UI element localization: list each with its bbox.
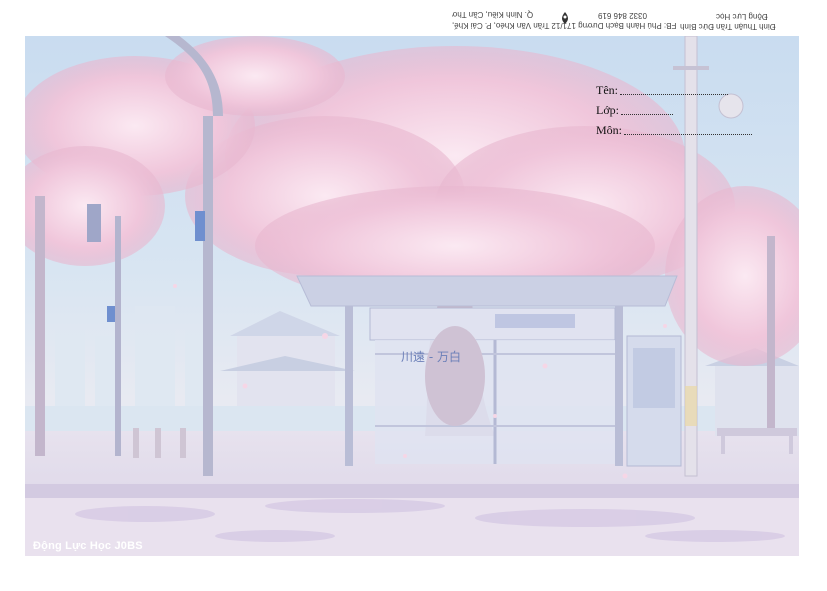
header-line-2: Động Lực Học (716, 12, 768, 21)
curb (25, 484, 799, 498)
header-strip: Đinh Thuận Trần Đức Bình Động Lực Học FB… (0, 0, 827, 36)
name-line[interactable] (620, 94, 728, 95)
name-field-row[interactable]: Tên: (596, 78, 728, 98)
subject-line[interactable] (624, 134, 753, 135)
header-line-1: Đinh Thuận Trần Đức Bình (680, 22, 776, 31)
left-tree-trunk (35, 196, 45, 456)
droplet-logo-icon (562, 12, 568, 24)
subject-field-row[interactable]: Môn: (596, 118, 753, 138)
house-left (220, 311, 355, 406)
subject-label: Môn: (596, 123, 623, 137)
class-line[interactable] (621, 114, 674, 115)
cover-illustration: 川遠 - 万白 Động Lực Học J0BS (25, 36, 799, 556)
header-line-5: 0332 846 619 (598, 11, 647, 20)
city-skyline (55, 306, 213, 406)
name-label: Tên: (596, 83, 618, 97)
header-line-4: Q. Ninh Kiều, Cần Thơ (452, 10, 534, 19)
shelter-sign: 川遠 - 万白 (401, 350, 461, 364)
brand-watermark: Động Lực Học J0BS (33, 540, 143, 552)
class-field-row[interactable]: Lớp: (596, 98, 674, 118)
class-label: Lớp: (596, 103, 620, 117)
right-tree-trunk (767, 236, 775, 436)
scene (25, 36, 799, 556)
